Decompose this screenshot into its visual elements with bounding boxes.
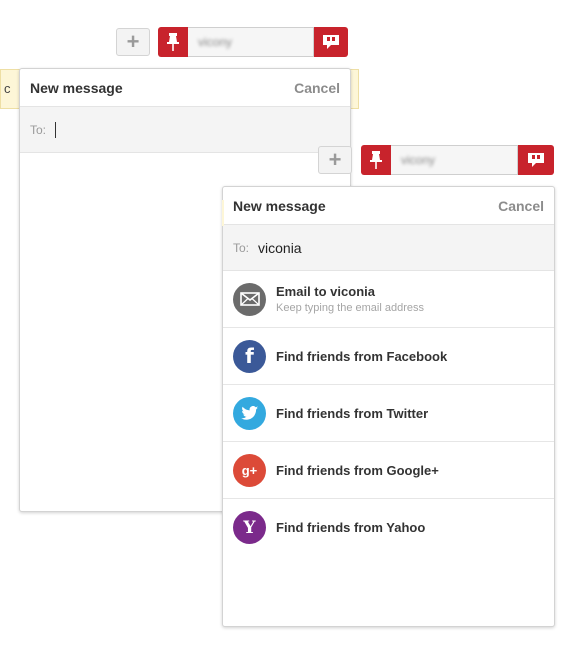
suggestion-yahoo[interactable]: Y Find friends from Yahoo (223, 499, 554, 556)
cancel-button[interactable]: Cancel (498, 198, 544, 214)
cancel-button[interactable]: Cancel (294, 80, 340, 96)
username-text: vicony (198, 35, 233, 49)
message-pin-icon (323, 35, 339, 49)
suggestion-label: Find friends from Facebook (276, 348, 448, 364)
recipient-row: To: (20, 107, 350, 153)
top-toolbar: + vicony (116, 27, 348, 57)
pinterest-logo-button[interactable] (361, 145, 391, 175)
recipient-row: To: (223, 225, 554, 271)
to-label: To: (30, 122, 47, 137)
suggestion-label: Find friends from Yahoo (276, 520, 426, 535)
yahoo-icon: Y (233, 511, 266, 544)
suggestion-google-plus[interactable]: g+ Find friends from Google+ (223, 442, 554, 499)
recipient-input[interactable] (56, 121, 207, 138)
panel-title: New message (233, 197, 326, 214)
panel-title: New message (30, 79, 123, 96)
user-profile-field[interactable]: vicony (391, 145, 518, 175)
facebook-icon: f (233, 339, 266, 373)
notice-edge (222, 200, 224, 226)
suggestion-twitter[interactable]: Find friends from Twitter (223, 385, 554, 442)
to-label: To: (233, 240, 250, 255)
pushpin-icon (167, 33, 179, 51)
recipient-input[interactable] (258, 239, 459, 256)
add-pin-button[interactable]: + (318, 146, 352, 174)
new-message-panel-suggestions: New message Cancel To: Email to viconia … (222, 186, 555, 627)
suggestion-email[interactable]: Email to viconia Keep typing the email a… (223, 271, 554, 328)
add-pin-button[interactable]: + (116, 28, 150, 56)
top-toolbar-2: + vicony (318, 145, 554, 175)
suggestion-label: Find friends from Google+ (276, 462, 439, 478)
suggestion-facebook[interactable]: f Find friends from Facebook (223, 328, 554, 385)
google-plus-icon: g+ (233, 453, 266, 487)
user-profile-field[interactable]: vicony (188, 27, 314, 57)
pinterest-logo-button[interactable] (158, 27, 188, 57)
envelope-icon (233, 282, 266, 316)
suggestion-label: Email to viconia (276, 284, 375, 299)
suggestion-list: Email to viconia Keep typing the email a… (223, 271, 554, 556)
notice-text: c (4, 81, 11, 96)
twitter-icon (233, 396, 266, 430)
suggestion-hint: Keep typing the email address (276, 302, 424, 314)
message-pin-icon (528, 153, 544, 167)
messages-button[interactable] (314, 27, 348, 57)
suggestion-label: Find friends from Twitter (276, 405, 429, 421)
pushpin-icon (370, 151, 382, 169)
messages-button[interactable] (518, 145, 554, 175)
username-text: vicony (401, 153, 436, 167)
